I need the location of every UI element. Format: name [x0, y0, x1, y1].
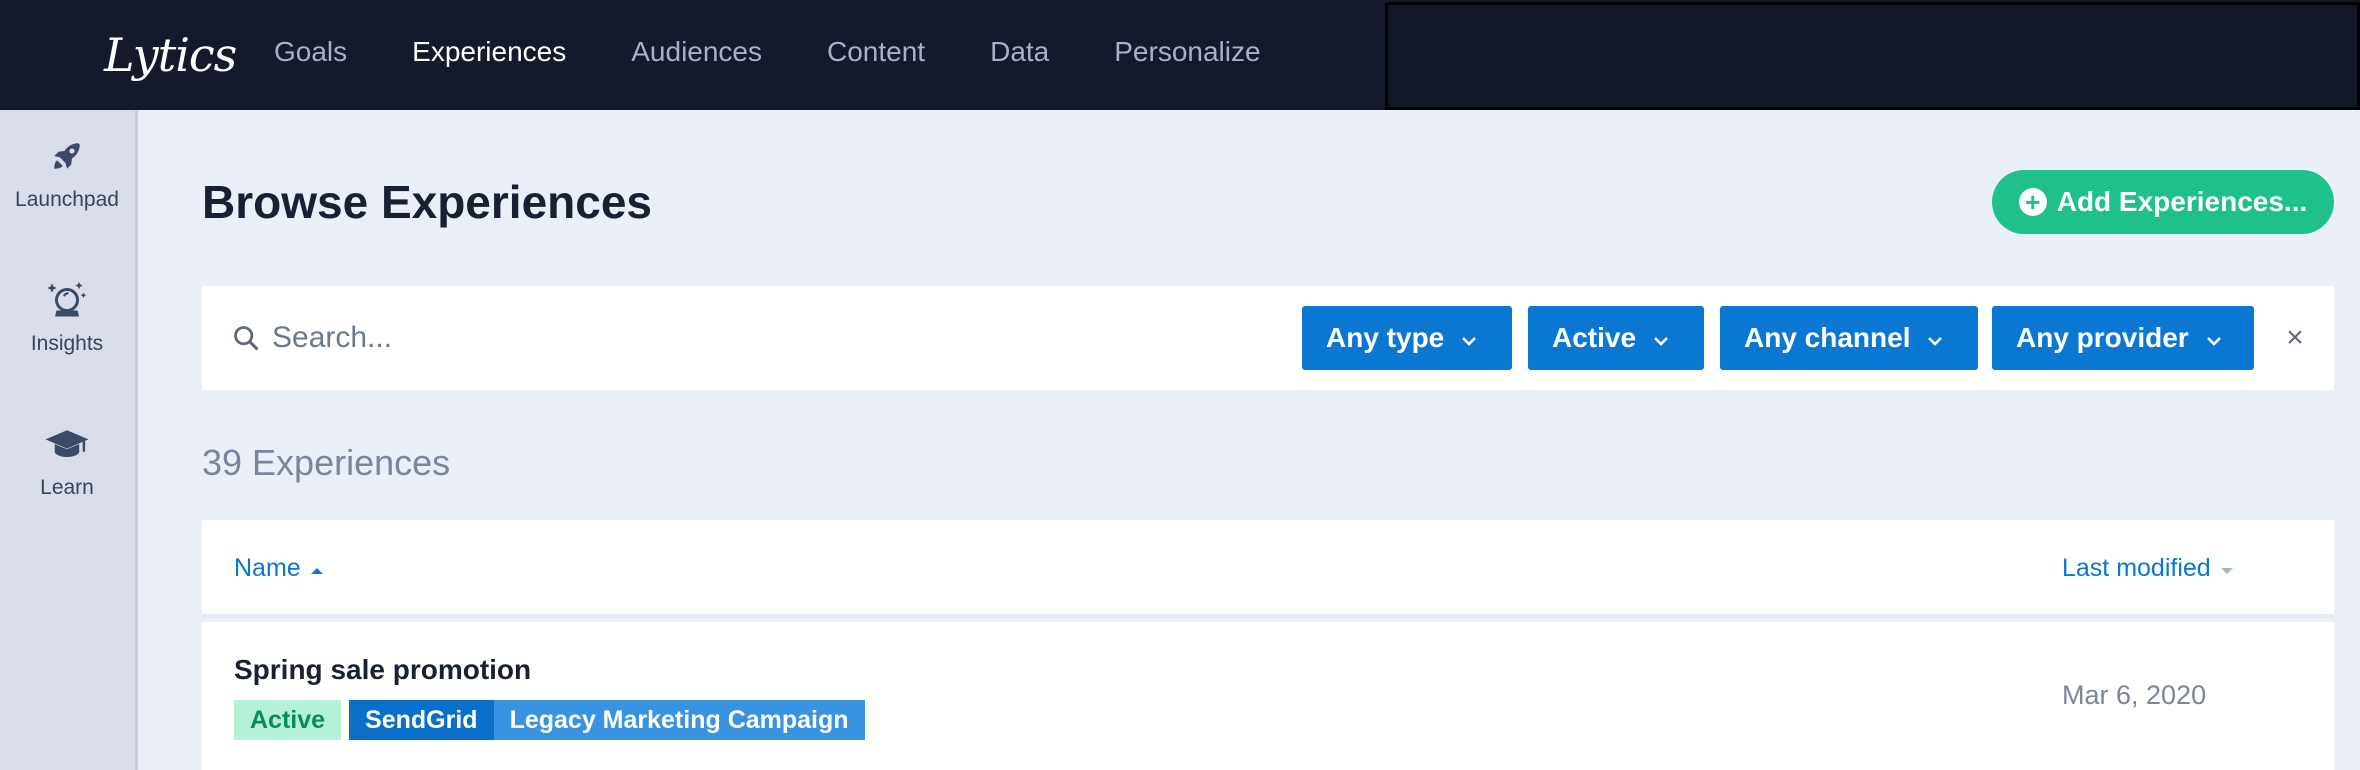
provider-badge: SendGrid: [349, 700, 494, 740]
filter-type-dropdown[interactable]: Any type: [1302, 306, 1512, 370]
nav-item-audiences[interactable]: Audiences: [631, 0, 762, 104]
main-nav: Goals Experiences Audiences Content Data…: [274, 0, 1326, 104]
chevron-down-icon: [1652, 322, 1670, 354]
experience-name[interactable]: Spring sale promotion: [234, 654, 531, 686]
sort-descending-icon: [2219, 554, 2235, 583]
sidebar-item-insights[interactable]: Insights: [0, 274, 134, 356]
graduation-cap-icon: [0, 418, 134, 470]
experience-count: 39 Experiences: [202, 442, 451, 483]
last-modified-date: Mar 6, 2020: [2062, 680, 2207, 710]
nav-item-data[interactable]: Data: [990, 0, 1049, 104]
search-icon: [232, 324, 260, 357]
add-experiences-button[interactable]: + Add Experiences...: [1992, 170, 2334, 234]
column-header-name[interactable]: Name: [234, 554, 325, 583]
column-header-label: Name: [234, 554, 301, 582]
filter-status-label: Active: [1552, 322, 1637, 353]
sort-ascending-icon: [309, 554, 325, 583]
table-row[interactable]: Spring sale promotion Active SendGrid Le…: [202, 622, 2334, 770]
table-header: Name Last modified: [202, 520, 2334, 618]
sidebar-item-label: Launchpad: [15, 188, 119, 211]
nav-item-experiences[interactable]: Experiences: [412, 0, 566, 104]
topbar-empty-panel: [1385, 2, 2360, 110]
filter-provider-label: Any provider: [2016, 322, 2189, 353]
chevron-down-icon: [1460, 322, 1478, 354]
chevron-down-icon: [1926, 322, 1944, 354]
page-title: Browse Experiences: [202, 176, 653, 228]
column-header-label: Last modified: [2062, 554, 2211, 582]
filter-provider-dropdown[interactable]: Any provider: [1992, 306, 2254, 370]
filter-channel-label: Any channel: [1744, 322, 1911, 353]
sidebar: Launchpad Insights Learn: [0, 110, 138, 770]
filter-type-label: Any type: [1326, 322, 1445, 353]
status-badge: Active: [234, 700, 342, 740]
nav-item-goals[interactable]: Goals: [274, 0, 347, 104]
chevron-down-icon: [2205, 322, 2223, 354]
nav-item-content[interactable]: Content: [827, 0, 925, 104]
sidebar-item-learn[interactable]: Learn: [0, 418, 134, 500]
crystal-ball-icon: [0, 274, 134, 326]
filter-bar: Any type Active Any channel Any provider…: [202, 286, 2334, 390]
plus-circle-icon: +: [2018, 188, 2047, 216]
add-experiences-label: Add Experiences...: [2056, 186, 2308, 217]
column-header-last-modified[interactable]: Last modified: [2062, 554, 2235, 583]
top-nav-bar: Lytics Goals Experiences Audiences Conte…: [0, 0, 2360, 110]
sidebar-item-label: Learn: [40, 476, 94, 499]
sidebar-item-launchpad[interactable]: Launchpad: [0, 130, 134, 212]
type-badge: Legacy Marketing Campaign: [493, 700, 865, 740]
lytics-logo[interactable]: Lytics: [104, 20, 237, 90]
clear-filters-button[interactable]: ×: [2275, 316, 2315, 360]
nav-item-personalize[interactable]: Personalize: [1114, 0, 1260, 104]
filter-status-dropdown[interactable]: Active: [1528, 306, 1704, 370]
search-input[interactable]: [272, 310, 1172, 366]
sidebar-item-label: Insights: [30, 332, 104, 355]
filter-channel-dropdown[interactable]: Any channel: [1720, 306, 1978, 370]
rocket-icon: [0, 130, 134, 182]
experience-tags: Active SendGrid Legacy Marketing Campaig…: [234, 700, 865, 740]
